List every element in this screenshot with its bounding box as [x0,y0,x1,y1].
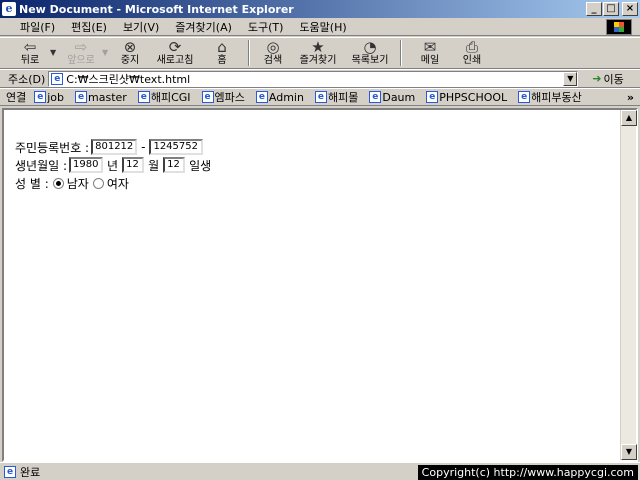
link-happy-realestate[interactable]: e 해피부동산 [518,89,582,105]
window-controls: _ □ × [585,2,638,16]
gender-row: 성 별 : 남자 여자 [15,174,211,192]
menu-help[interactable]: 도움말(H) [291,19,354,35]
print-button[interactable]: ⎙ 인쇄 [452,38,492,69]
link-page-icon: e [34,91,47,103]
go-button[interactable]: ➜ 이동 [592,71,623,87]
address-bar: 주소(D) e C:₩스크린샷₩text.html ▼ ➜ 이동 [0,69,640,88]
link-page-icon: e [75,91,88,103]
link-page-icon: e [137,91,150,103]
links-label: 연결 [6,91,27,104]
year-unit-label: 년 [107,158,119,173]
status-page-icon: e [4,465,16,478]
ssn-dash: - [141,140,146,154]
standard-toolbar: ⇦ 뒤로 ▼ ⇨ 앞으로 ▼ ⊗ 중지 ⟳ 새로고침 ⌂ 홈 ◎ 검색 ★ 즐겨… [0,37,640,69]
favorites-icon: ★ [311,38,325,56]
ie-throbber-logo [606,19,632,35]
ssn-row: 주민등록번호 : 801212 - 1245752 [15,138,211,156]
toolbar-separator [400,40,402,66]
gender-female-radio[interactable] [92,177,104,189]
birth-month-input[interactable]: 12 [122,157,145,173]
search-icon: ◎ [266,38,280,56]
link-job[interactable]: e job [34,91,64,104]
ssn-back-input[interactable]: 1245752 [149,139,204,155]
link-page-icon: e [314,91,327,103]
refresh-button[interactable]: ⟳ 새로고침 [148,38,202,69]
menu-favorites[interactable]: 즐겨찾기(A) [167,19,240,35]
home-icon: ⌂ [217,38,227,56]
link-page-icon: e [369,91,382,103]
link-page-icon: e [255,91,268,103]
back-button[interactable]: ⇦ 뒤로 [10,38,50,69]
mail-button[interactable]: ✉ 메일 [408,38,452,69]
print-icon: ⎙ [465,38,478,56]
month-unit-label: 월 [148,158,160,173]
address-dropdown-icon[interactable]: ▼ [563,71,578,86]
menu-view[interactable]: 보기(V) [115,19,167,35]
mail-icon: ✉ [423,38,437,56]
birth-label: 생년월일 : [15,158,68,173]
search-button[interactable]: ◎ 검색 [256,38,290,69]
history-icon: ◔ [363,38,377,56]
address-input[interactable]: e C:₩스크린샷₩text.html ▼ [48,70,579,87]
birth-day-input[interactable]: 12 [163,157,186,173]
forward-button[interactable]: ⇨ 앞으로 [60,38,102,69]
menu-tools[interactable]: 도구(T) [240,19,292,35]
link-happymall[interactable]: e 해피몰 [314,89,358,105]
page-icon: e [51,72,64,85]
scroll-up-icon[interactable]: ▲ [621,110,637,126]
status-text: 완료 [20,465,41,479]
copyright-banner: Copyright(c) http://www.happycgi.com [417,465,638,480]
birth-row: 생년월일 : 1980 년 12 월 12 일생 [15,156,211,174]
links-bar: 연결 e job e master e 해피CGI e 엠파스 e Admin e 해피몰 … [0,88,640,106]
forward-arrow-icon: ⇨ [74,38,88,56]
toolbar-separator [248,40,250,66]
link-daum[interactable]: e Daum [369,91,415,104]
home-button[interactable]: ⌂ 홈 [202,38,242,69]
back-dropdown-icon[interactable]: ▼ [50,48,60,57]
forward-dropdown-icon[interactable]: ▼ [102,48,112,57]
menu-bar: 파일(F) 편집(E) 보기(V) 즐겨찾기(A) 도구(T) 도움말(H) [0,18,640,36]
favorites-button[interactable]: ★ 즐겨찾기 [290,38,346,69]
history-button[interactable]: ◔ 목록보기 [346,38,394,69]
stop-button[interactable]: ⊗ 중지 [112,38,148,69]
link-admin[interactable]: e Admin [255,91,304,104]
link-empas[interactable]: e 엠파스 [201,89,245,105]
stop-icon: ⊗ [123,38,137,56]
ie-page-icon: e [2,2,16,16]
address-label: 주소(D) [8,72,46,86]
maximize-button[interactable]: □ [603,2,619,16]
link-happycgi[interactable]: e 해피CGI [137,89,191,105]
scroll-down-icon[interactable]: ▼ [621,444,637,460]
menu-file[interactable]: 파일(F) [12,19,63,35]
link-page-icon: e [426,91,439,103]
back-arrow-icon: ⇦ [23,38,37,56]
ssn-label: 주민등록번호 : [15,140,90,155]
minimize-button[interactable]: _ [586,2,602,16]
day-unit-label: 일생 [189,158,212,173]
link-master[interactable]: e master [75,91,127,104]
link-page-icon: e [518,91,531,103]
address-value: C:₩스크린샷₩text.html [66,72,191,86]
gender-female-label: 여자 [106,176,129,191]
menu-edit[interactable]: 편집(E) [63,19,115,35]
close-button[interactable]: × [622,2,638,16]
link-phpschool[interactable]: e PHPSCHOOL [426,91,507,104]
title-bar: e New Document - Microsoft Internet Expl… [0,0,640,18]
refresh-icon: ⟳ [168,38,182,56]
registration-form: 주민등록번호 : 801212 - 1245752 생년월일 : 1980 년 … [15,138,211,192]
gender-male-label: 남자 [66,176,89,191]
page-content: 주민등록번호 : 801212 - 1245752 생년월일 : 1980 년 … [2,108,638,462]
link-page-icon: e [201,91,214,103]
vertical-scrollbar[interactable]: ▲ ▼ [620,110,637,460]
gender-male-radio[interactable] [52,177,64,189]
gender-label: 성 별 : [15,176,49,191]
go-arrow-icon: ➜ [592,72,602,85]
links-more-icon[interactable]: » [627,91,634,104]
ssn-front-input[interactable]: 801212 [91,139,138,155]
birth-year-input[interactable]: 1980 [69,157,104,173]
window-title: New Document - Microsoft Internet Explor… [19,2,294,16]
